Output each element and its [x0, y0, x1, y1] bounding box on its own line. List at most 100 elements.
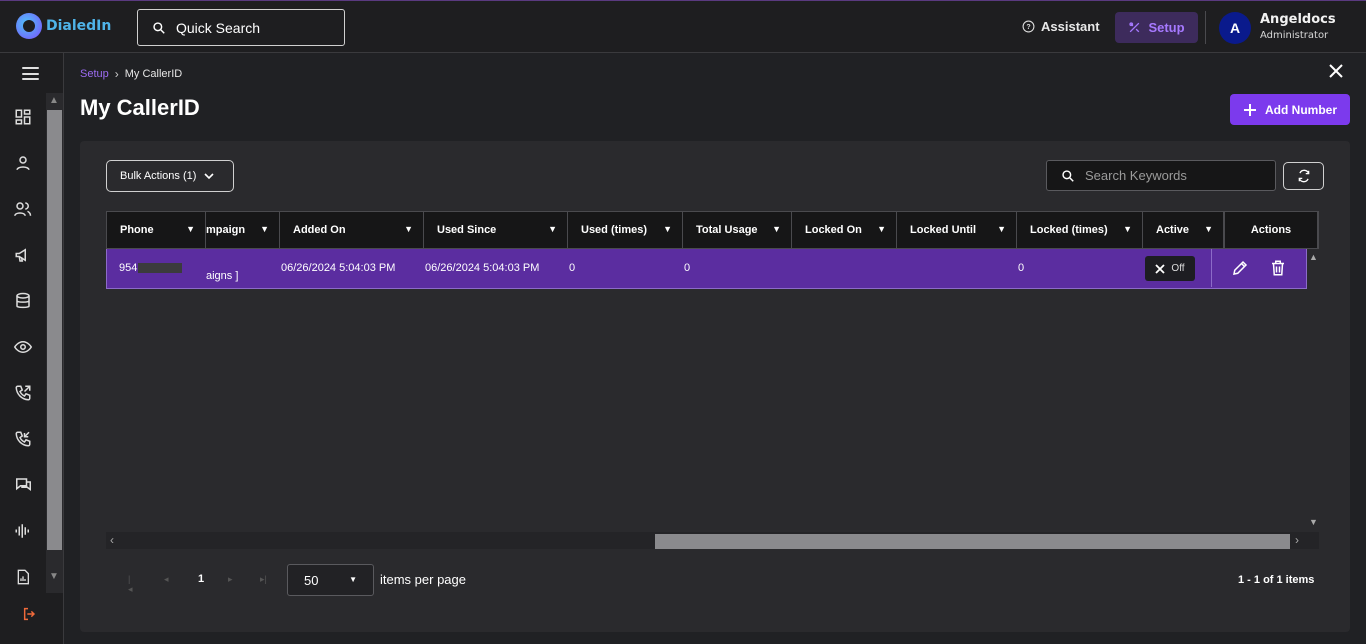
- chevron-right-icon: ›: [114, 67, 119, 81]
- logout-icon[interactable]: [22, 606, 38, 627]
- column-header-active[interactable]: Active ▼: [1143, 212, 1224, 248]
- content-panel: Bulk Actions (1) Phone▼ mpaign▼ Added On…: [80, 141, 1350, 632]
- add-number-label: Add Number: [1265, 102, 1337, 117]
- scroll-up-icon[interactable]: ▲: [49, 95, 59, 106]
- refresh-icon: [1298, 169, 1309, 183]
- filter-icon[interactable]: ▼: [1123, 224, 1132, 234]
- tools-icon: [1129, 22, 1140, 33]
- cell-phone: 954: [119, 249, 183, 287]
- column-header-phone[interactable]: Phone ▼: [107, 212, 206, 248]
- user-name[interactable]: Angeldocs: [1260, 12, 1336, 27]
- sidebar-scroll-thumb[interactable]: [47, 110, 62, 550]
- outbound-call-icon[interactable]: [12, 382, 34, 404]
- setup-button[interactable]: Setup: [1115, 12, 1198, 43]
- plus-icon: [1244, 103, 1256, 116]
- filter-icon[interactable]: ▼: [404, 224, 413, 234]
- assistant-button[interactable]: ? Assistant: [1022, 19, 1100, 34]
- items-per-page-select[interactable]: 50 ▼: [287, 564, 374, 596]
- filter-icon[interactable]: ▼: [260, 224, 269, 234]
- active-toggle[interactable]: Off: [1145, 256, 1195, 281]
- next-page-icon[interactable]: ▸: [228, 574, 233, 585]
- horizontal-scroll-thumb[interactable]: [655, 534, 1290, 549]
- megaphone-icon[interactable]: [12, 244, 34, 266]
- first-page-icon[interactable]: |◂: [128, 574, 133, 595]
- column-header-added-on[interactable]: Added On ▼: [280, 212, 424, 248]
- avatar[interactable]: A: [1219, 12, 1251, 44]
- user-icon[interactable]: [12, 152, 34, 174]
- column-header-actions: Actions: [1224, 212, 1318, 248]
- trash-icon[interactable]: [1269, 259, 1287, 282]
- database-icon[interactable]: [12, 290, 34, 312]
- eye-icon[interactable]: [12, 336, 34, 358]
- close-icon: [1155, 263, 1166, 274]
- filter-icon[interactable]: ▼: [663, 224, 672, 234]
- svg-text:?: ?: [1026, 24, 1030, 31]
- scroll-left-icon[interactable]: ‹: [110, 533, 114, 547]
- chat-icon[interactable]: [12, 474, 34, 496]
- dashboard-icon[interactable]: [12, 106, 34, 128]
- filter-icon[interactable]: ▼: [997, 224, 1006, 234]
- previous-page-icon[interactable]: ◂: [164, 574, 169, 585]
- column-header-locked-on[interactable]: Locked On ▼: [792, 212, 897, 248]
- current-page[interactable]: 1: [198, 573, 204, 585]
- column-header-used-since[interactable]: Used Since ▼: [424, 212, 568, 248]
- brand-name: DialedIn: [46, 18, 112, 34]
- top-bar: DialedIn Quick Search ? Assistant Setup …: [0, 0, 1366, 53]
- cell-total-usage: 0: [684, 262, 691, 274]
- callerid-table: Phone ▼ mpaign ▼ Added On ▼ Used Since ▼ Use…: [106, 211, 1319, 551]
- table-horizontal-scrollbar[interactable]: ‹ ›: [106, 532, 1319, 549]
- header-divider: [1205, 11, 1206, 44]
- scroll-right-icon[interactable]: ›: [1295, 533, 1299, 547]
- search-icon: [153, 21, 165, 34]
- edit-icon[interactable]: [1231, 259, 1249, 282]
- breadcrumb-setup-link[interactable]: Setup: [80, 68, 109, 80]
- close-icon[interactable]: [1329, 64, 1345, 80]
- refresh-button[interactable]: [1283, 162, 1324, 190]
- help-circle-icon: ?: [1022, 20, 1035, 33]
- filter-icon[interactable]: ▼: [548, 224, 557, 234]
- audio-wave-icon[interactable]: [12, 520, 34, 542]
- scroll-down-icon[interactable]: ▼: [49, 571, 59, 582]
- table-row[interactable]: 954 aigns ] 06/26/2024 5:04:03 PM 06/26/…: [106, 249, 1307, 289]
- column-header-used-times[interactable]: Used (times) ▼: [568, 212, 683, 248]
- add-number-button[interactable]: Add Number: [1230, 94, 1350, 125]
- quick-search-input[interactable]: Quick Search: [137, 9, 345, 46]
- users-icon[interactable]: [12, 198, 34, 220]
- cell-used-since: 06/26/2024 5:04:03 PM: [425, 262, 540, 274]
- scroll-up-icon[interactable]: ▲: [1309, 252, 1318, 262]
- sidebar: ▲ ▼: [0, 53, 64, 644]
- breadcrumb-current: My CallerID: [124, 68, 183, 80]
- column-header-locked-times[interactable]: Locked (times) ▼: [1017, 212, 1143, 248]
- cell-locked-times: 0: [1018, 262, 1025, 274]
- filter-icon[interactable]: ▼: [186, 224, 195, 234]
- column-header-total-usage[interactable]: Total Usage ▼: [683, 212, 792, 248]
- filter-icon[interactable]: ▼: [1204, 224, 1213, 234]
- active-toggle-label: Off: [1171, 263, 1185, 274]
- sidebar-scrollbar[interactable]: ▲ ▼: [46, 93, 63, 593]
- caret-down-icon: ▼: [349, 575, 357, 584]
- last-page-icon[interactable]: ▸|: [260, 574, 267, 585]
- report-icon[interactable]: [12, 566, 34, 588]
- search-keywords-field[interactable]: [1046, 160, 1276, 191]
- scroll-down-icon[interactable]: ▼: [1309, 517, 1318, 527]
- quick-search-label: Quick Search: [176, 19, 261, 36]
- column-header-locked-until[interactable]: Locked Until ▼: [897, 212, 1017, 248]
- user-role: Administrator: [1260, 30, 1329, 41]
- filter-icon[interactable]: ▼: [877, 224, 886, 234]
- search-keywords-input[interactable]: [1085, 168, 1265, 183]
- items-per-page-value: 50: [304, 572, 319, 588]
- inbound-call-icon[interactable]: [12, 428, 34, 450]
- brand-logo[interactable]: DialedIn: [16, 13, 111, 39]
- breadcrumb: Setup › My CallerID: [80, 67, 182, 81]
- menu-icon[interactable]: [22, 67, 39, 80]
- items-per-page-label: items per page: [380, 572, 466, 587]
- filter-icon[interactable]: ▼: [772, 224, 781, 234]
- assistant-label: Assistant: [1041, 19, 1100, 34]
- bulk-actions-dropdown[interactable]: Bulk Actions (1): [106, 160, 234, 192]
- logo-icon: [16, 13, 42, 39]
- column-header-campaign[interactable]: mpaign ▼: [206, 212, 280, 248]
- cell-added-on: 06/26/2024 5:04:03 PM: [281, 262, 396, 274]
- actions-divider: [1211, 249, 1212, 287]
- cell-campaign: aigns ]: [206, 270, 239, 282]
- chevron-down-icon: [204, 173, 214, 180]
